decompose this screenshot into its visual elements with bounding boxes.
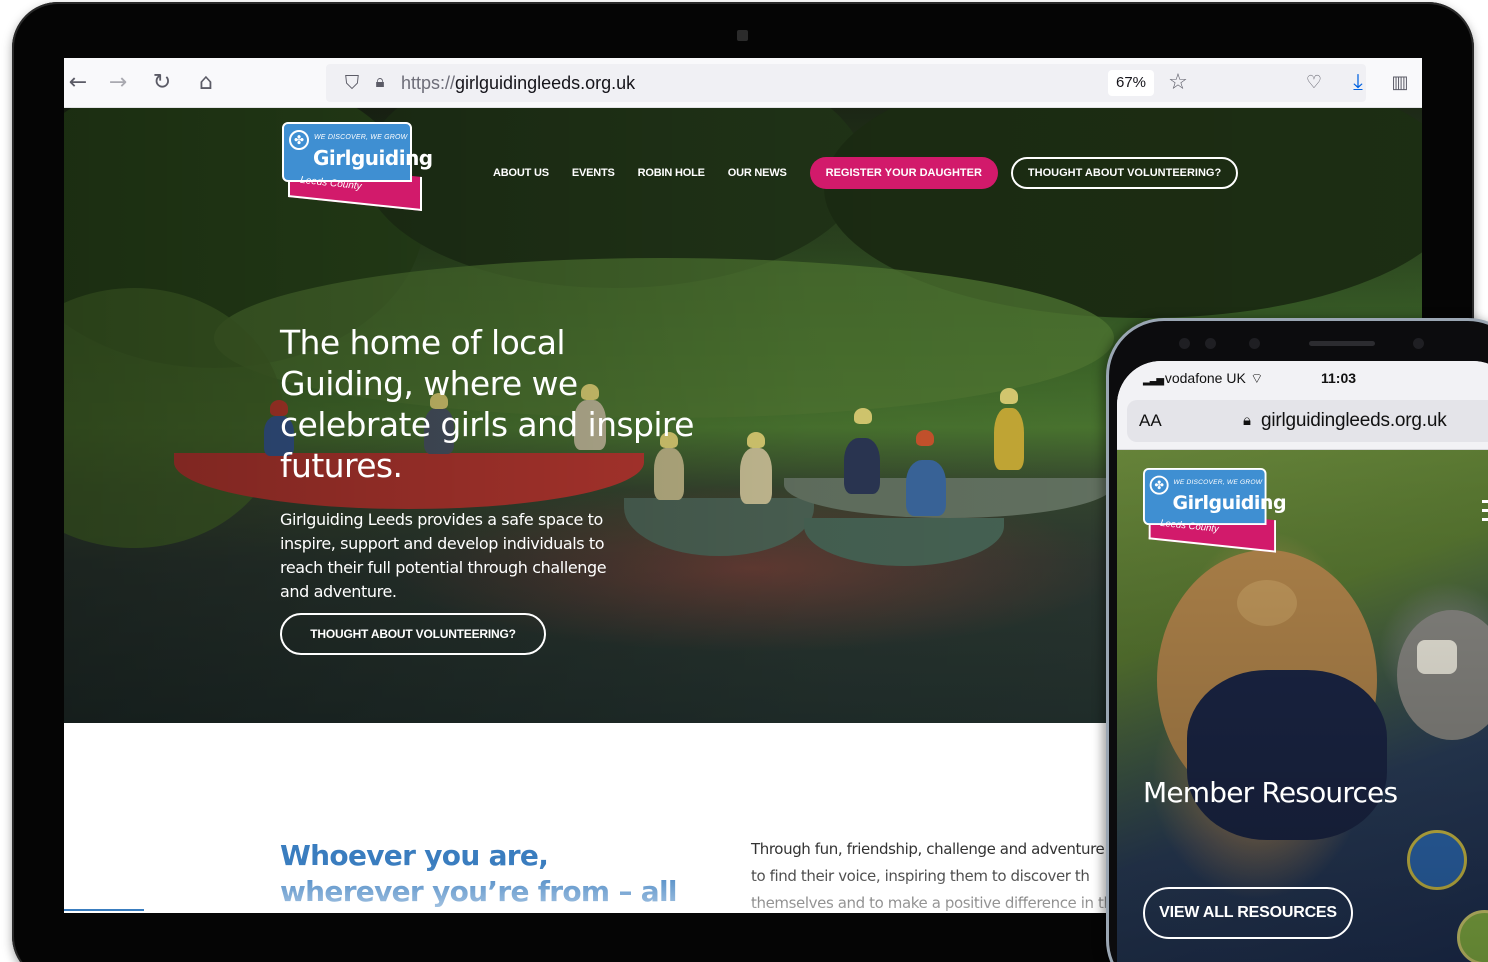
shield-icon[interactable]: ⛉ xyxy=(338,69,366,97)
hero-body: Girlguiding Leeds provides a safe space … xyxy=(280,510,607,601)
menu-icon[interactable] xyxy=(1482,500,1488,522)
scroll-indicator xyxy=(64,909,144,911)
phone-screen: ▂▃▅ vodafone UK ⌔ 11:03 AA 🔒︎ girlguidin… xyxy=(1117,361,1488,962)
phone-site-logo[interactable]: ✤ WE DISCOVER, WE GROW Girlguiding Leeds… xyxy=(1143,468,1287,553)
pocket-icon[interactable]: ♡ xyxy=(1300,69,1328,97)
forward-icon[interactable]: → xyxy=(104,69,132,97)
view-all-resources-button[interactable]: VIEW ALL RESOURCES xyxy=(1143,887,1353,939)
webcam xyxy=(737,30,748,41)
nav-our-news[interactable]: OUR NEWS xyxy=(728,167,787,179)
reader-icon[interactable]: ▥ xyxy=(1386,69,1414,97)
member-resources-title: Member Resources xyxy=(1143,776,1398,809)
phone-sensor xyxy=(1205,338,1216,349)
nav-robin-hole[interactable]: ROBIN HOLE xyxy=(638,167,705,179)
back-icon[interactable]: ← xyxy=(64,69,92,97)
logo-name: Girlguiding xyxy=(1172,490,1287,514)
wifi-icon: ⌔ xyxy=(1245,371,1264,387)
url-bar[interactable]: ⛉ 🔒︎ https://girlguidingleeds.org.uk 67%… xyxy=(326,64,1366,102)
logo-tagline: WE DISCOVER, WE GROW xyxy=(1173,479,1263,487)
url-text[interactable]: https://girlguidingleeds.org.uk xyxy=(401,73,635,94)
phone-clock: 11:03 xyxy=(1321,370,1357,386)
lock-icon[interactable]: 🔒︎ xyxy=(366,68,394,96)
register-daughter-button[interactable]: REGISTER YOUR DAUGHTER xyxy=(809,157,998,189)
star-icon[interactable]: ☆ xyxy=(1164,69,1192,97)
logo-name: Girlguiding xyxy=(313,146,433,170)
main-nav: ABOUT US EVENTS ROBIN HOLE OUR NEWS REGI… xyxy=(493,157,1239,189)
zoom-level-badge[interactable]: 67% xyxy=(1108,70,1155,96)
url-host: girlguidingleeds.org.uk xyxy=(455,73,636,93)
phone-speaker xyxy=(1309,341,1375,346)
hero-volunteer-button[interactable]: THOUGHT ABOUT VOLUNTEERING? xyxy=(280,613,546,655)
url-scheme: https:// xyxy=(401,73,456,93)
site-logo[interactable]: ✤ WE DISCOVER, WE GROW Girlguiding Leeds… xyxy=(282,122,433,212)
lock-icon: 🔒︎ xyxy=(1243,411,1251,429)
phone-sensor xyxy=(1179,338,1190,349)
signal-icon: ▂▃▅ xyxy=(1143,375,1165,386)
trefoil-icon: ✤ xyxy=(1149,475,1169,495)
nav-about-us[interactable]: ABOUT US xyxy=(493,167,549,179)
phone-address-bar: AA 🔒︎ girlguidingleeds.org.uk xyxy=(1117,395,1488,450)
phone-status-bar: ▂▃▅ vodafone UK ⌔ 11:03 xyxy=(1117,361,1488,395)
nav-events[interactable]: EVENTS xyxy=(572,167,615,179)
reload-icon[interactable]: ↻ xyxy=(148,69,176,97)
hero-title: The home of local Guiding, where we cele… xyxy=(280,323,694,485)
download-icon[interactable]: ⤓ xyxy=(1344,69,1372,97)
logo-tagline: WE DISCOVER, WE GROW xyxy=(314,134,408,141)
phone-url-field[interactable]: AA 🔒︎ girlguidingleeds.org.uk xyxy=(1127,400,1488,442)
phone-hero: ✤ WE DISCOVER, WE GROW Girlguiding Leeds… xyxy=(1117,450,1488,962)
trefoil-icon: ✤ xyxy=(289,130,309,150)
phone-camera xyxy=(1413,338,1424,349)
carrier-label: ▂▃▅ vodafone UK ⌔ xyxy=(1143,370,1263,388)
text-size-button[interactable]: AA xyxy=(1139,411,1162,431)
browser-toolbar: ← → ↻ ⌂ ⛉ 🔒︎ https://girlguidingleeds.or… xyxy=(64,58,1422,108)
phone-frame: ▂▃▅ vodafone UK ⌔ 11:03 AA 🔒︎ girlguidin… xyxy=(1106,318,1488,962)
carrier-name: vodafone UK xyxy=(1164,370,1246,386)
phone-url-text[interactable]: girlguidingleeds.org.uk xyxy=(1261,410,1447,432)
nav-volunteer-button[interactable]: THOUGHT ABOUT VOLUNTEERING? xyxy=(1010,157,1239,189)
phone-sensor xyxy=(1249,338,1260,349)
home-icon[interactable]: ⌂ xyxy=(192,69,220,97)
